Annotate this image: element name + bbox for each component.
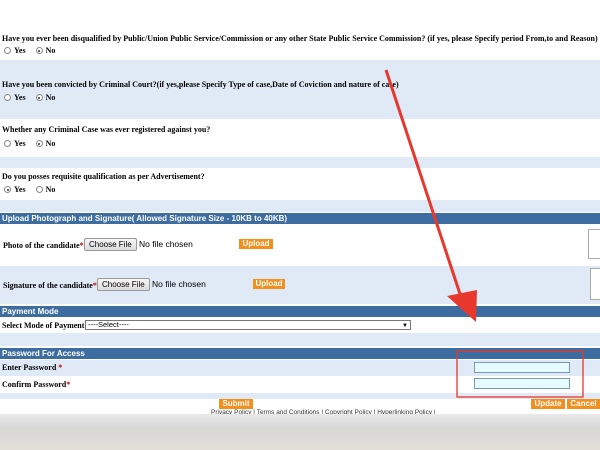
annotation-overlay xyxy=(384,69,584,398)
annotation-highlight-box xyxy=(456,350,584,398)
annotation-arrow-line xyxy=(384,69,464,301)
annotation-arrow-head xyxy=(447,290,477,322)
